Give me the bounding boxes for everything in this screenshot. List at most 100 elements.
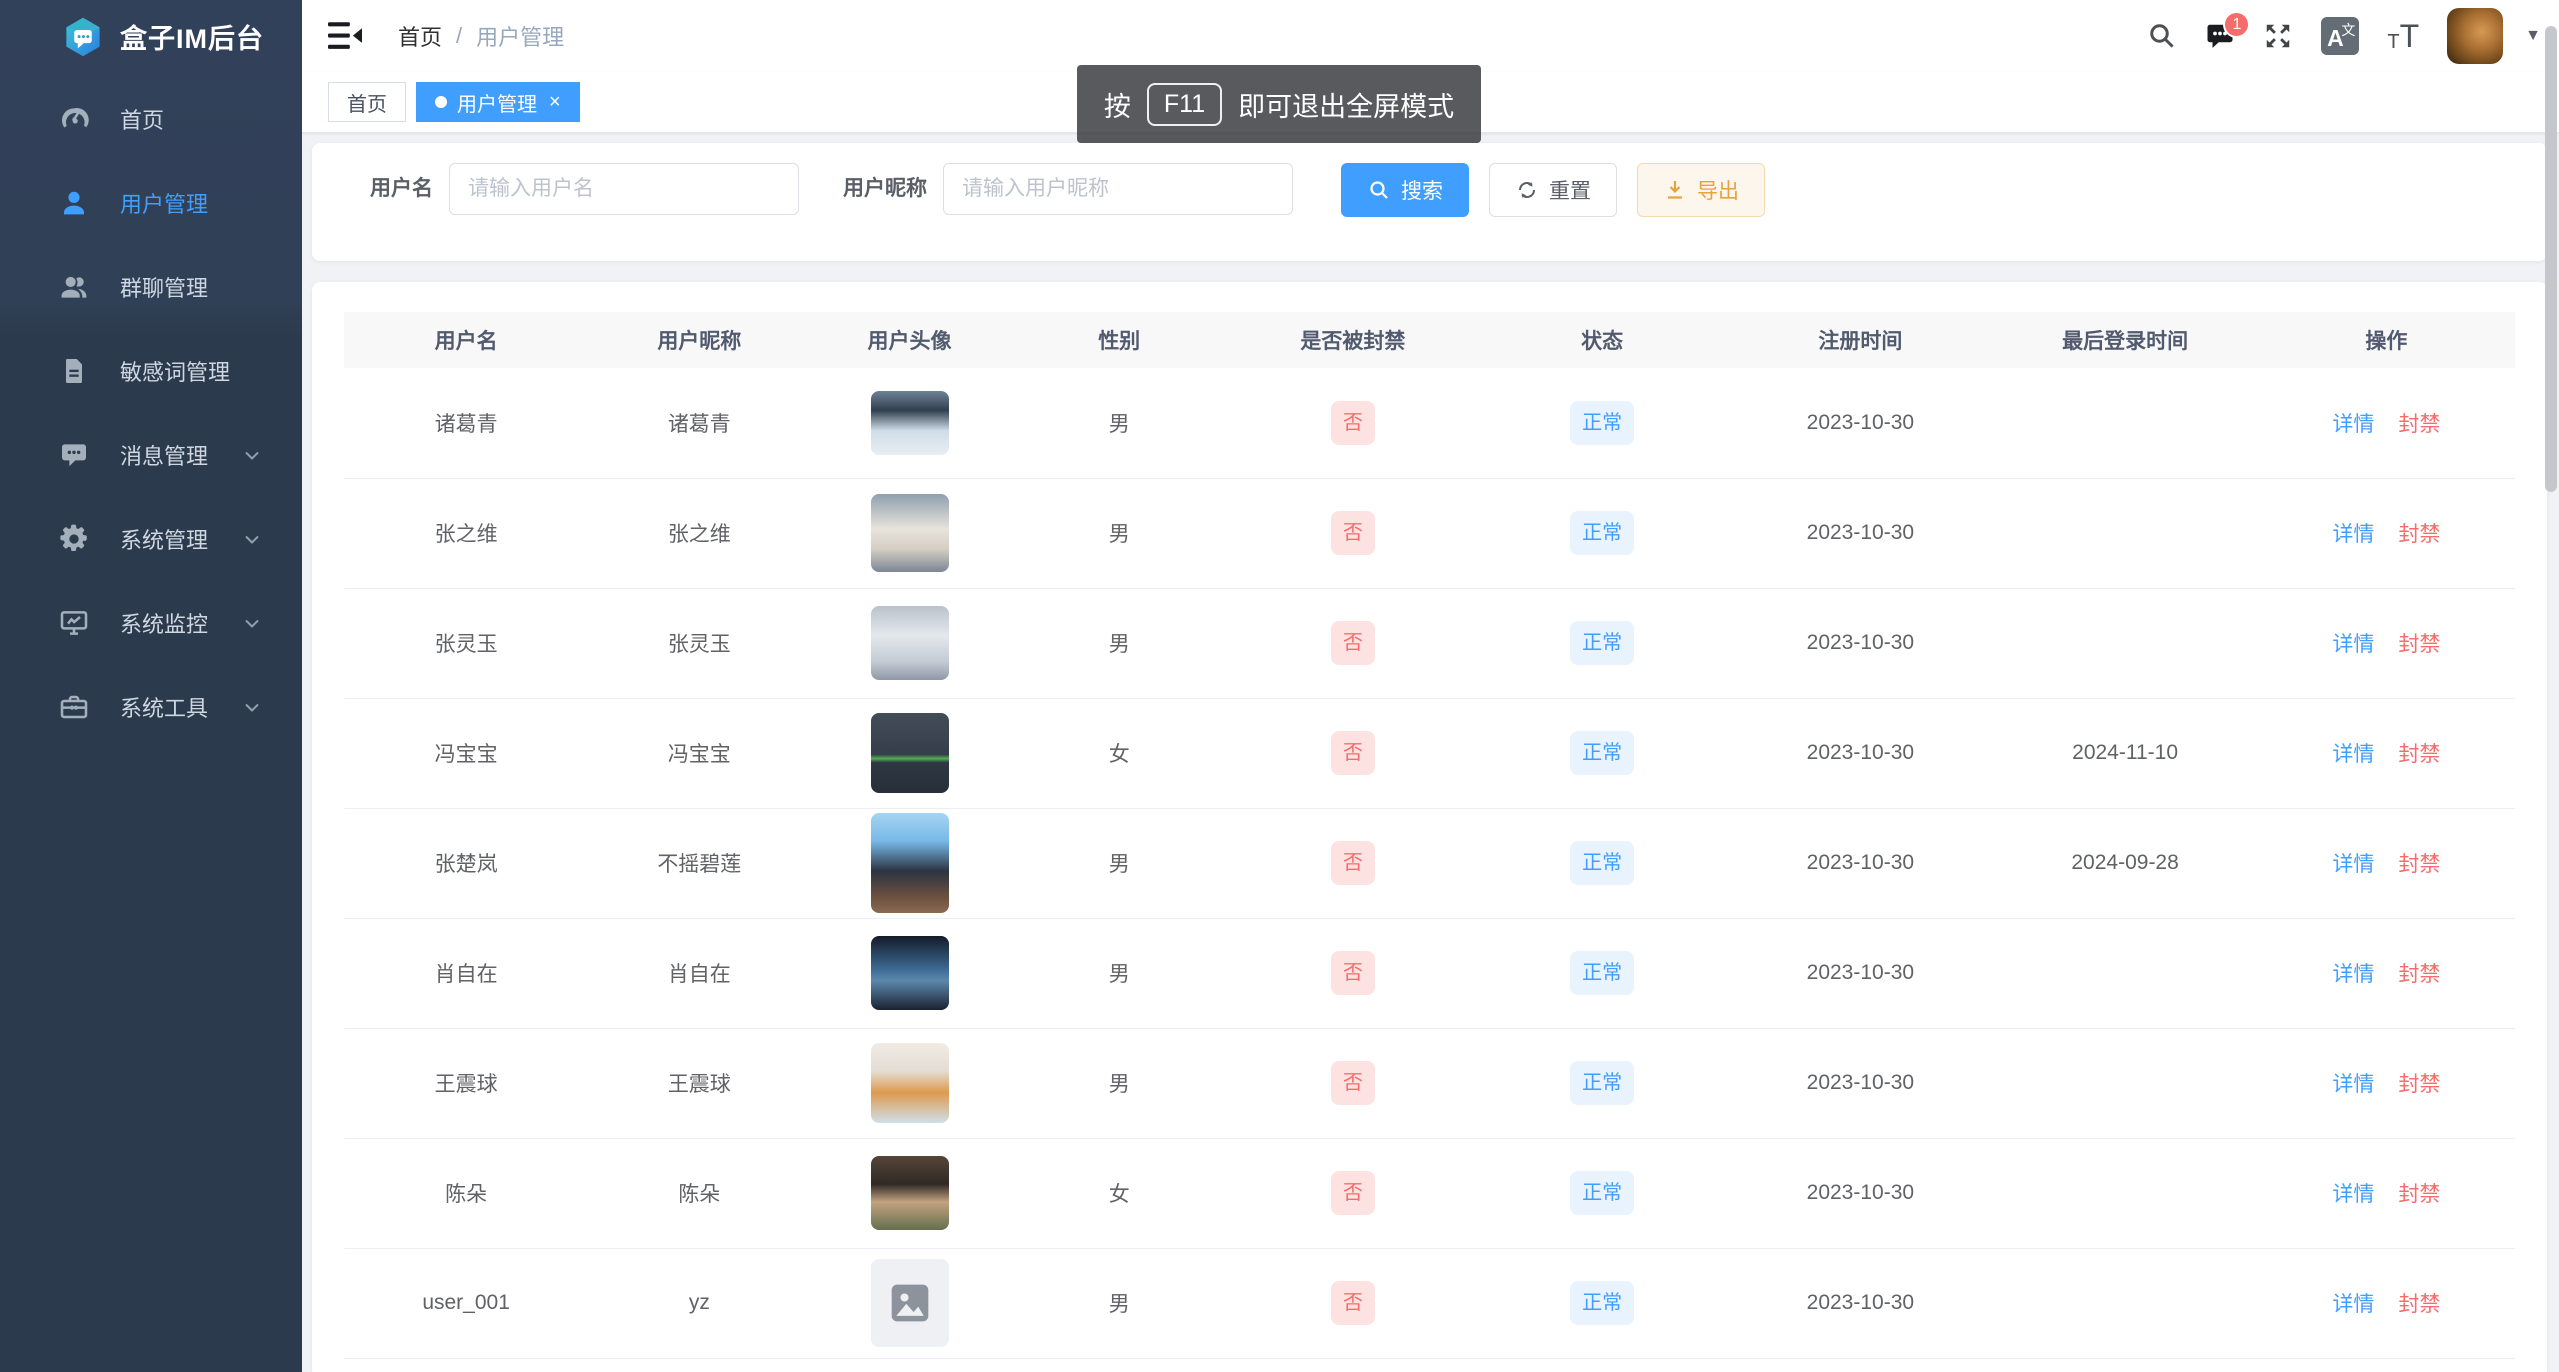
ban-link[interactable]: 封禁 xyxy=(2398,413,2440,436)
cell-banned: 否 xyxy=(1230,918,1476,1028)
detail-link[interactable]: 详情 xyxy=(2332,1293,2374,1316)
user-menu-caret-icon[interactable]: ▼ xyxy=(2525,27,2541,45)
column-header: 是否被封禁 xyxy=(1230,312,1476,368)
cell-nickname: 张之维 xyxy=(588,478,810,588)
font-size-button[interactable]: TT xyxy=(2387,20,2419,52)
sidebar-item-system-tools[interactable]: 系统工具 xyxy=(0,665,302,749)
user-table: 用户名用户昵称用户头像性别是否被封禁状态注册时间最后登录时间操作 诸葛青诸葛青男… xyxy=(344,312,2515,1359)
table-row: 冯宝宝冯宝宝女否正常2023-10-302024-11-10详情封禁 xyxy=(344,698,2515,808)
search-submit-button[interactable]: 搜索 xyxy=(1341,163,1469,217)
hamburger-icon xyxy=(328,21,362,50)
tab-close-icon[interactable]: × xyxy=(549,92,561,112)
cell-avatar xyxy=(810,1028,1008,1138)
breadcrumb-home[interactable]: 首页 xyxy=(398,20,442,52)
sidebar: 盒子IM后台 首页用户管理群聊管理敏感词管理消息管理系统管理系统监控系统工具 xyxy=(0,0,302,1372)
detail-link[interactable]: 详情 xyxy=(2332,523,2374,546)
fullscreen-button[interactable] xyxy=(2263,21,2293,51)
detail-link[interactable]: 详情 xyxy=(2332,743,2374,766)
user-table-body: 诸葛青诸葛青男否正常2023-10-30详情封禁张之维张之维男否正常2023-1… xyxy=(344,368,2515,1358)
app-logo[interactable]: 盒子IM后台 xyxy=(0,0,302,73)
reset-button[interactable]: 重置 xyxy=(1489,163,1617,217)
banned-badge: 否 xyxy=(1331,841,1375,885)
column-header: 最后登录时间 xyxy=(1992,312,2257,368)
cell-last-login: 2024-09-28 xyxy=(1992,808,2257,918)
detail-link[interactable]: 详情 xyxy=(2332,633,2374,656)
download-icon xyxy=(1663,178,1687,202)
cell-last-login xyxy=(1992,478,2257,588)
refresh-icon xyxy=(1515,178,1539,202)
sidebar-item-system-monitor[interactable]: 系统监控 xyxy=(0,581,302,665)
scrollbar-thumb[interactable] xyxy=(2545,26,2557,492)
detail-link[interactable]: 详情 xyxy=(2332,853,2374,876)
cell-gender: 女 xyxy=(1009,1138,1230,1248)
tab-home[interactable]: 首页 xyxy=(328,82,406,122)
ban-link[interactable]: 封禁 xyxy=(2398,853,2440,876)
font-size-small-glyph: T xyxy=(2387,32,2399,52)
table-row: 张灵玉张灵玉男否正常2023-10-30详情封禁 xyxy=(344,588,2515,698)
font-size-large-glyph: T xyxy=(2400,20,2420,52)
cell-status: 正常 xyxy=(1476,1138,1728,1248)
avatar[interactable] xyxy=(2447,8,2503,64)
sidebar-item-message-management[interactable]: 消息管理 xyxy=(0,413,302,497)
cell-register-time: 2023-10-30 xyxy=(1728,1138,1992,1248)
username-input[interactable] xyxy=(449,163,799,215)
user-avatar xyxy=(871,1156,949,1230)
ban-link[interactable]: 封禁 xyxy=(2398,1183,2440,1206)
sidebar-item-system-management[interactable]: 系统管理 xyxy=(0,497,302,581)
cell-banned: 否 xyxy=(1230,1138,1476,1248)
ban-link[interactable]: 封禁 xyxy=(2398,963,2440,986)
sidebar-item-user-management[interactable]: 用户管理 xyxy=(0,161,302,245)
monitor-icon xyxy=(58,607,90,639)
status-badge: 正常 xyxy=(1570,401,1634,445)
table-row: 陈朵陈朵女否正常2023-10-30详情封禁 xyxy=(344,1138,2515,1248)
sidebar-item-group-management[interactable]: 群聊管理 xyxy=(0,245,302,329)
cell-nickname: 不摇碧莲 xyxy=(588,808,810,918)
cell-actions: 详情 封禁 xyxy=(2258,808,2515,918)
nickname-input[interactable] xyxy=(943,163,1293,215)
banned-badge: 否 xyxy=(1331,401,1375,445)
detail-link[interactable]: 详情 xyxy=(2332,1183,2374,1206)
breadcrumb: 首页 / 用户管理 xyxy=(398,20,564,52)
message-button[interactable]: 1 xyxy=(2205,21,2235,51)
sidebar-item-home[interactable]: 首页 xyxy=(0,77,302,161)
cell-nickname: 肖自在 xyxy=(588,918,810,1028)
cell-avatar xyxy=(810,588,1008,698)
filter-buttons: 搜索 重置 导出 xyxy=(1341,163,1765,217)
page-content: 用户名 用户昵称 搜索 重置 xyxy=(302,133,2559,1372)
export-button[interactable]: 导出 xyxy=(1637,163,1765,217)
table-row: 肖自在肖自在男否正常2023-10-30详情封禁 xyxy=(344,918,2515,1028)
fullscreen-exit-toast: 按 F11 即可退出全屏模式 xyxy=(1077,65,1481,143)
cell-gender: 男 xyxy=(1009,478,1230,588)
cell-status: 正常 xyxy=(1476,368,1728,478)
status-badge: 正常 xyxy=(1570,511,1634,555)
ban-link[interactable]: 封禁 xyxy=(2398,523,2440,546)
sidebar-collapse-button[interactable] xyxy=(328,21,362,51)
ban-link[interactable]: 封禁 xyxy=(2398,743,2440,766)
search-button[interactable] xyxy=(2147,21,2177,51)
status-badge: 正常 xyxy=(1570,1061,1634,1105)
tab-user-management[interactable]: 用户管理× xyxy=(416,82,580,122)
chevron-down-icon xyxy=(240,611,264,635)
cell-username: 冯宝宝 xyxy=(344,698,588,808)
toast-prefix: 按 xyxy=(1104,85,1131,124)
detail-link[interactable]: 详情 xyxy=(2332,1073,2374,1096)
ban-link[interactable]: 封禁 xyxy=(2398,633,2440,656)
cell-gender: 男 xyxy=(1009,368,1230,478)
language-switch-button[interactable]: A 文 xyxy=(2321,17,2359,55)
cell-register-time: 2023-10-30 xyxy=(1728,368,1992,478)
cell-nickname: 王震球 xyxy=(588,1028,810,1138)
column-header: 用户名 xyxy=(344,312,588,368)
sidebar-item-sensitive-words[interactable]: 敏感词管理 xyxy=(0,329,302,413)
banned-badge: 否 xyxy=(1331,731,1375,775)
cell-actions: 详情 封禁 xyxy=(2258,1248,2515,1358)
detail-link[interactable]: 详情 xyxy=(2332,963,2374,986)
app-title: 盒子IM后台 xyxy=(120,17,264,56)
cell-banned: 否 xyxy=(1230,478,1476,588)
cell-banned: 否 xyxy=(1230,1028,1476,1138)
cell-actions: 详情 封禁 xyxy=(2258,588,2515,698)
ban-link[interactable]: 封禁 xyxy=(2398,1073,2440,1096)
detail-link[interactable]: 详情 xyxy=(2332,413,2374,436)
ban-link[interactable]: 封禁 xyxy=(2398,1293,2440,1316)
f11-keycap: F11 xyxy=(1147,83,1222,126)
breadcrumb-current: 用户管理 xyxy=(476,20,564,52)
